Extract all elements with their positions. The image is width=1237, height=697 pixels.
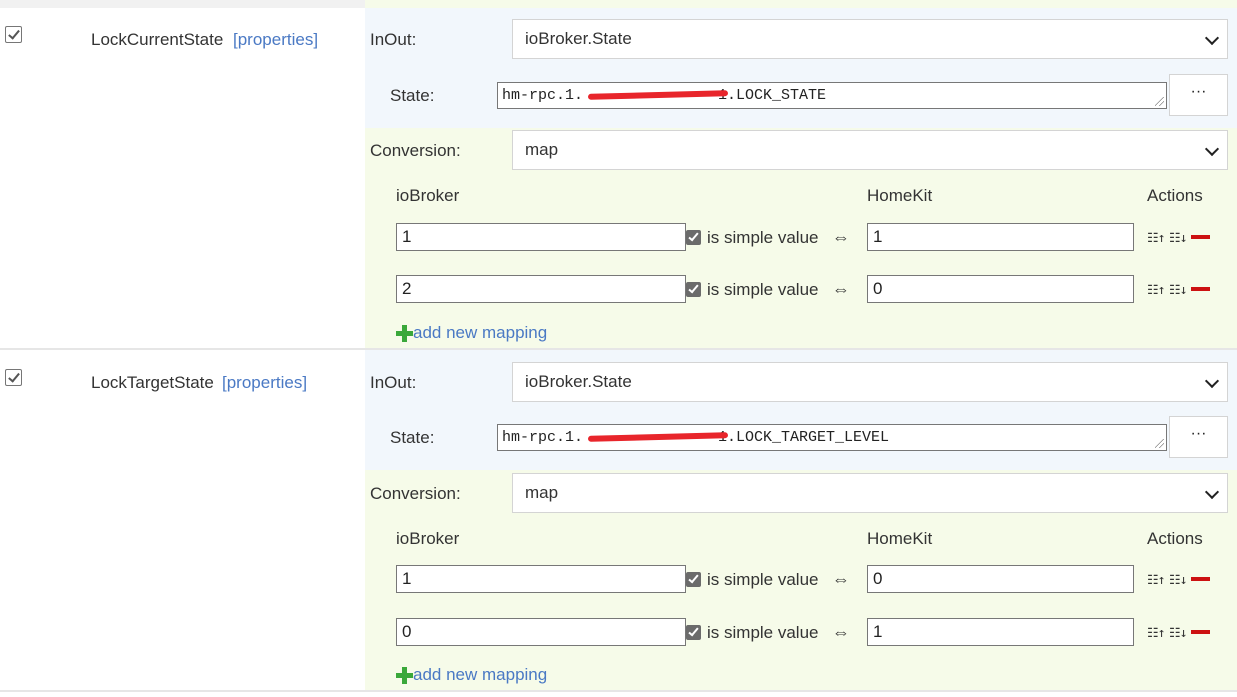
add-mapping-link[interactable]: add new mapping xyxy=(413,323,547,343)
iobroker-value: 1 xyxy=(402,227,412,246)
simple-value-label: is simple value xyxy=(707,623,819,642)
homekit-value-input[interactable]: 1 xyxy=(867,618,1134,646)
equivalence-arrow-icon: ⇔ xyxy=(832,279,850,299)
remove-mapping-icon[interactable] xyxy=(1191,630,1210,634)
remove-mapping-icon[interactable] xyxy=(1191,577,1210,581)
chevron-down-icon xyxy=(1204,373,1220,389)
inout-label: InOut: xyxy=(370,30,417,49)
properties-link[interactable]: [properties] xyxy=(222,373,307,393)
homekit-value: 0 xyxy=(873,569,883,588)
properties-link[interactable]: [properties] xyxy=(233,30,318,50)
iobroker-value-input[interactable]: 0 xyxy=(396,618,686,646)
inout-value: ioBroker.State xyxy=(525,372,632,391)
equivalence-arrow-icon: ⇔ xyxy=(832,622,850,642)
conversion-label: Conversion: xyxy=(370,141,461,160)
homekit-value: 1 xyxy=(873,227,883,246)
homekit-value: 1 xyxy=(873,622,883,641)
resize-handle-icon[interactable] xyxy=(1155,439,1164,448)
equivalence-arrow-icon: ⇔ xyxy=(832,569,850,589)
conversion-value: map xyxy=(525,483,559,502)
col-header-homekit: HomeKit xyxy=(867,529,933,548)
resize-handle-icon[interactable] xyxy=(1155,97,1164,106)
move-down-icon[interactable]: ☷↓ xyxy=(1169,626,1188,641)
select-state-button[interactable]: ··· xyxy=(1169,74,1228,116)
state-input[interactable]: hm-rpc.1. 1.LOCK_TARGET_LEVEL xyxy=(497,424,1167,451)
simple-value-checkbox[interactable] xyxy=(686,230,701,245)
chevron-down-icon xyxy=(1204,484,1220,500)
move-down-icon[interactable]: ☷↓ xyxy=(1169,283,1188,298)
select-state-button[interactable]: ··· xyxy=(1169,416,1228,458)
characteristic-name: LockCurrentState xyxy=(91,30,224,49)
col-header-iobroker: ioBroker xyxy=(396,186,460,205)
col-header-iobroker: ioBroker xyxy=(396,529,460,548)
conversion-label: Conversion: xyxy=(370,484,461,503)
add-mapping-link[interactable]: add new mapping xyxy=(413,665,547,685)
iobroker-value-input[interactable]: 1 xyxy=(396,565,686,593)
state-label: State: xyxy=(390,86,435,105)
conversion-select[interactable]: map xyxy=(512,473,1228,513)
col-header-actions: Actions xyxy=(1147,186,1203,205)
remove-mapping-icon[interactable] xyxy=(1191,235,1210,239)
state-value-suffix: 1.LOCK_TARGET_LEVEL xyxy=(718,429,890,446)
simple-value-checkbox[interactable] xyxy=(686,282,701,297)
move-down-icon[interactable]: ☷↓ xyxy=(1169,231,1188,246)
state-value-suffix: 1.LOCK_STATE xyxy=(718,87,827,104)
row-divider xyxy=(0,690,1237,692)
remove-mapping-icon[interactable] xyxy=(1191,287,1210,291)
state-value-prefix: hm-rpc.1. xyxy=(502,429,584,446)
inout-select[interactable]: ioBroker.State xyxy=(512,19,1228,59)
equivalence-arrow-icon: ⇔ xyxy=(832,227,850,247)
move-up-icon[interactable]: ☷↑ xyxy=(1147,283,1166,298)
inout-value: ioBroker.State xyxy=(525,29,632,48)
homekit-value-input[interactable]: 0 xyxy=(867,565,1134,593)
iobroker-value: 0 xyxy=(402,622,412,641)
state-label: State: xyxy=(390,428,435,447)
state-input[interactable]: hm-rpc.1. 1.LOCK_STATE xyxy=(497,82,1167,109)
col-header-homekit: HomeKit xyxy=(867,186,933,205)
move-up-icon[interactable]: ☷↑ xyxy=(1147,626,1166,641)
simple-value-label: is simple value xyxy=(707,280,819,299)
move-up-icon[interactable]: ☷↑ xyxy=(1147,573,1166,588)
move-up-icon[interactable]: ☷↑ xyxy=(1147,231,1166,246)
chevron-down-icon xyxy=(1204,141,1220,157)
homekit-value-input[interactable]: 1 xyxy=(867,223,1134,251)
enable-checkbox[interactable] xyxy=(5,26,22,43)
enable-checkbox[interactable] xyxy=(5,369,22,386)
simple-value-label: is simple value xyxy=(707,570,819,589)
chevron-down-icon xyxy=(1204,30,1220,46)
homekit-value: 0 xyxy=(873,279,883,298)
col-header-actions: Actions xyxy=(1147,529,1203,548)
conversion-select[interactable]: map xyxy=(512,130,1228,170)
inout-label: InOut: xyxy=(370,373,417,392)
state-value-prefix: hm-rpc.1. xyxy=(502,87,584,104)
conversion-value: map xyxy=(525,140,559,159)
iobroker-value-input[interactable]: 2 xyxy=(396,275,686,303)
move-down-icon[interactable]: ☷↓ xyxy=(1169,573,1188,588)
top-strip xyxy=(0,0,1237,8)
inout-select[interactable]: ioBroker.State xyxy=(512,362,1228,402)
homekit-value-input[interactable]: 0 xyxy=(867,275,1134,303)
simple-value-label: is simple value xyxy=(707,228,819,247)
iobroker-value-input[interactable]: 1 xyxy=(396,223,686,251)
add-icon[interactable] xyxy=(396,325,413,342)
iobroker-value: 2 xyxy=(402,279,412,298)
simple-value-checkbox[interactable] xyxy=(686,572,701,587)
characteristic-name: LockTargetState xyxy=(91,373,214,392)
simple-value-checkbox[interactable] xyxy=(686,625,701,640)
add-icon[interactable] xyxy=(396,667,413,684)
iobroker-value: 1 xyxy=(402,569,412,588)
